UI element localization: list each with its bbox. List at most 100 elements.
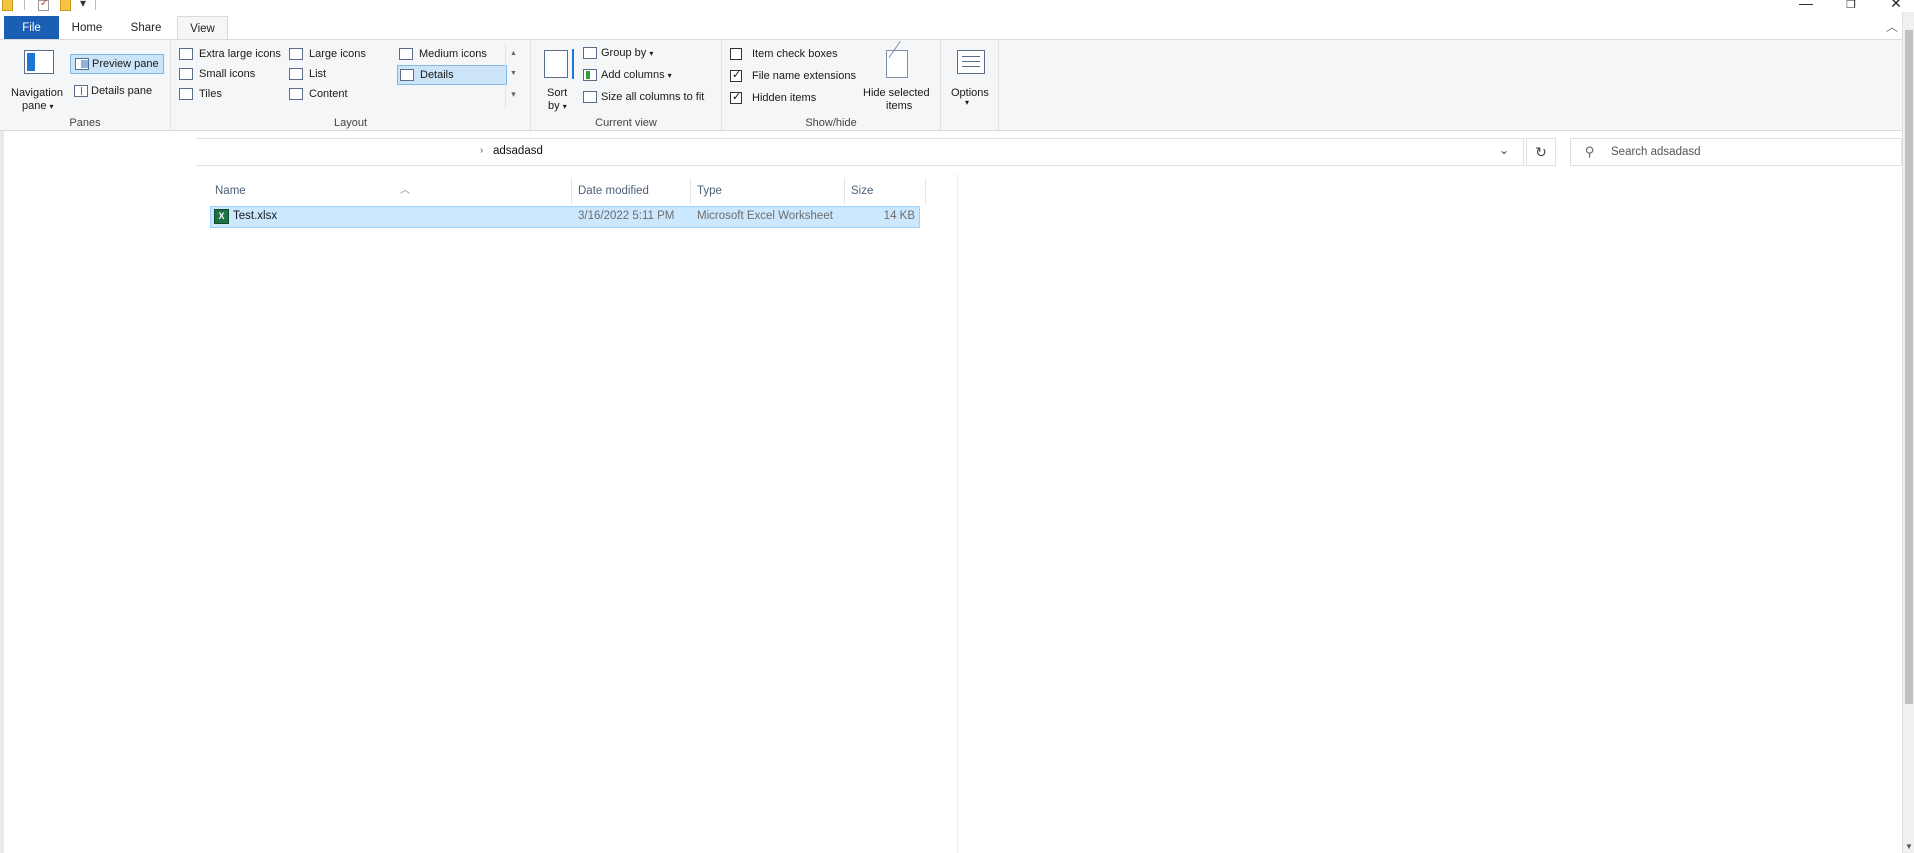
item-check-boxes-toggle[interactable]: Item check boxes (728, 47, 848, 65)
size-all-columns-label: Size all columns to fit (601, 91, 705, 103)
file-size: 14 KB (883, 210, 915, 222)
navigation-pane-label: Navigation (11, 87, 63, 99)
file-date-modified: 3/16/2022 5:11 PM (578, 210, 675, 222)
file-list[interactable]: Name ︿ Date modified Type Size X Test.xl… (196, 166, 1902, 853)
options-label: Options (951, 87, 989, 99)
excel-file-icon: X (214, 209, 229, 224)
file-name[interactable]: Test.xlsx (233, 210, 277, 222)
preview-pane-icon (75, 58, 89, 70)
file-name-extensions-toggle[interactable]: File name extensions (728, 68, 868, 87)
address-history-dropdown-icon[interactable]: ⌄ (1499, 143, 1509, 157)
panes-group-label: Panes (69, 117, 101, 129)
minimize-icon[interactable]: — (1796, 0, 1816, 11)
add-columns-label: Add columns (601, 69, 665, 81)
hide-selected-label-2: items (886, 100, 913, 112)
list-label: List (309, 68, 327, 80)
scroll-down-icon[interactable]: ▼ (506, 64, 521, 84)
navigation-pane[interactable] (4, 131, 196, 853)
details-pane-button[interactable]: Details pane (70, 82, 164, 102)
layout-small-icons[interactable]: Small icons (179, 66, 287, 84)
column-header-type[interactable]: Type (692, 178, 845, 204)
size-all-columns-button[interactable]: Size all columns to fit (583, 90, 719, 108)
medium-icons-label: Medium icons (419, 48, 487, 60)
extra-large-icons-label: Extra large icons (199, 48, 281, 60)
details-label: Details (420, 69, 454, 81)
show-hide-group: Item check boxes File name extensions Hi… (722, 40, 941, 132)
gallery-more-icon[interactable]: ▾ (506, 84, 521, 104)
layout-medium-icons[interactable]: Medium icons (399, 46, 507, 64)
folder-icon (2, 0, 13, 11)
content-icon (289, 88, 303, 100)
properties-icon[interactable] (38, 0, 49, 11)
hide-selected-label: Hide selected (863, 87, 930, 99)
current-view-group-label: Current view (595, 117, 657, 129)
layout-group: Extra large icons Large icons Medium ico… (171, 40, 531, 132)
breadcrumb-chevron-icon[interactable]: › (480, 145, 483, 156)
group-by-button[interactable]: Group by ▾ (583, 46, 713, 64)
file-name-extensions-label: File name extensions (752, 70, 856, 82)
breadcrumb-current-folder[interactable]: adsadasd (493, 145, 543, 157)
file-name-extensions-checkbox[interactable] (730, 68, 742, 82)
layout-content[interactable]: Content (289, 86, 389, 104)
search-input[interactable]: ⚲ Search adsadasd (1570, 138, 1902, 166)
scroll-down-icon[interactable]: ▼ (1903, 842, 1914, 851)
scrollbar-thumb[interactable] (1905, 30, 1913, 704)
preview-pane-button[interactable]: Preview pane (70, 54, 164, 74)
details-pane-label: Details pane (91, 85, 153, 97)
tab-home[interactable]: Home (62, 16, 112, 40)
column-header-date-modified[interactable]: Date modified (573, 178, 691, 204)
address-bar[interactable]: › adsadasd ⌄ (196, 138, 1524, 166)
separator (24, 0, 25, 10)
layout-large-icons[interactable]: Large icons (289, 46, 389, 64)
tab-file[interactable]: File (4, 16, 59, 40)
layout-tiles[interactable]: Tiles (179, 86, 287, 104)
search-placeholder: Search adsadasd (1611, 146, 1701, 158)
separator (95, 0, 96, 10)
collapse-ribbon-icon[interactable]: ︿ (1886, 18, 1898, 35)
hidden-items-label: Hidden items (752, 92, 817, 104)
hidden-items-toggle[interactable]: Hidden items (728, 90, 848, 109)
details-icon (400, 69, 414, 81)
chevron-down-icon: ▾ (649, 49, 654, 58)
navigation-pane-icon (24, 50, 54, 74)
add-columns-button[interactable]: Add columns ▾ (583, 68, 713, 86)
sort-ascending-icon: ︿ (400, 185, 410, 196)
current-view-group: Sort by ▾ Group by ▾ Add columns ▾ Size … (531, 40, 722, 132)
extra-large-icons-icon (179, 48, 193, 60)
options-button[interactable]: Options ▾ (945, 44, 995, 112)
hide-selected-items-button[interactable]: Hide selected items (860, 40, 936, 112)
hidden-items-checkbox[interactable] (730, 90, 742, 104)
navigation-pane-button[interactable]: Navigation pane ▾ (8, 44, 70, 112)
tab-view[interactable]: View (177, 16, 228, 40)
restore-icon[interactable]: ❐ (1841, 0, 1861, 11)
column-name-label: Name (215, 185, 246, 197)
sort-by-label-2: by ▾ (548, 100, 567, 112)
sort-icon (544, 49, 574, 79)
layout-details[interactable]: Details (397, 65, 507, 85)
chevron-down-icon: ▾ (49, 102, 54, 111)
layout-list[interactable]: List (289, 66, 389, 84)
scroll-up-icon[interactable]: ▲ (506, 44, 521, 64)
new-folder-icon[interactable] (60, 0, 71, 11)
layout-extra-large-icons[interactable]: Extra large icons (179, 46, 287, 64)
column-header-name[interactable]: Name ︿ (210, 178, 572, 204)
close-icon[interactable]: ✕ (1886, 0, 1906, 12)
details-pane-icon (74, 85, 88, 97)
item-check-boxes-label: Item check boxes (752, 48, 838, 60)
column-header-size[interactable]: Size (846, 178, 926, 204)
sort-by-button[interactable]: Sort by ▾ (541, 44, 577, 112)
layout-group-label: Layout (333, 117, 368, 129)
file-type: Microsoft Excel Worksheet (697, 210, 833, 222)
refresh-button[interactable]: ↻ (1526, 138, 1556, 166)
layout-gallery-scroll[interactable]: ▲ ▼ ▾ (505, 44, 521, 108)
file-row[interactable]: X Test.xlsx 3/16/2022 5:11 PM Microsoft … (210, 206, 920, 228)
item-check-boxes-checkbox[interactable] (730, 48, 742, 60)
small-icons-icon (179, 68, 193, 80)
tab-share[interactable]: Share (120, 16, 172, 40)
content-label: Content (309, 88, 348, 100)
refresh-icon: ↻ (1535, 144, 1547, 160)
chevron-down-icon: ▾ (965, 98, 970, 107)
customize-quick-access-icon[interactable]: ▾ (80, 0, 86, 10)
vertical-scrollbar[interactable]: ▼ (1902, 12, 1914, 853)
preview-pane-divider[interactable] (957, 174, 958, 853)
